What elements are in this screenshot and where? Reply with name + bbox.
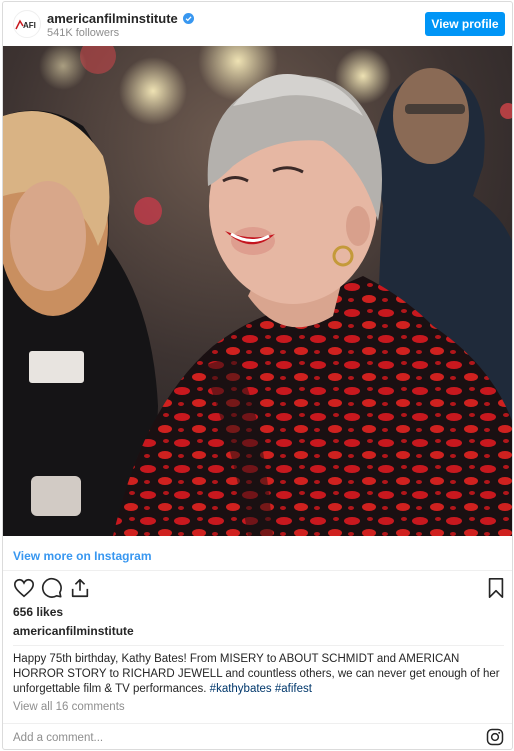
account-avatar[interactable]: AFI bbox=[13, 10, 41, 38]
view-more-on-instagram-link[interactable]: View more on Instagram bbox=[13, 549, 152, 563]
caption-username[interactable]: americanfilminstitute bbox=[13, 624, 134, 638]
comment-icon[interactable] bbox=[41, 577, 63, 599]
afi-logo-icon: AFI bbox=[15, 19, 36, 30]
post-actions bbox=[3, 573, 512, 601]
post-header: AFI americanfilminstitute 541K followers… bbox=[3, 2, 512, 46]
view-profile-button[interactable]: View profile bbox=[425, 12, 505, 36]
instagram-logo-icon[interactable] bbox=[486, 728, 504, 746]
afi-logo-text: AFI bbox=[23, 21, 36, 30]
verified-badge-icon bbox=[182, 13, 194, 24]
bookmark-icon[interactable] bbox=[485, 577, 507, 599]
like-count[interactable]: 656 likes bbox=[13, 605, 63, 619]
instagram-embed-card: AFI americanfilminstitute 541K followers… bbox=[2, 1, 513, 750]
caption-divider bbox=[13, 645, 504, 646]
add-comment-input[interactable] bbox=[13, 729, 453, 747]
post-image bbox=[3, 46, 512, 536]
account-name-text[interactable]: americanfilminstitute bbox=[47, 11, 178, 26]
view-all-comments-link[interactable]: View all 16 comments bbox=[13, 701, 125, 713]
follower-count: 541K followers bbox=[47, 27, 120, 39]
heart-icon[interactable] bbox=[13, 577, 35, 599]
post-caption: Happy 75th birthday, Kathy Bates! From M… bbox=[13, 652, 504, 697]
comment-bar bbox=[3, 723, 512, 749]
view-more-bar: View more on Instagram bbox=[3, 536, 512, 571]
hashtag-kathybates[interactable]: #kathybates bbox=[210, 683, 272, 695]
account-name[interactable]: americanfilminstitute bbox=[47, 11, 194, 26]
post-photo[interactable] bbox=[3, 46, 512, 536]
hashtag-afifest[interactable]: #afifest bbox=[275, 683, 312, 695]
share-icon[interactable] bbox=[69, 577, 91, 599]
